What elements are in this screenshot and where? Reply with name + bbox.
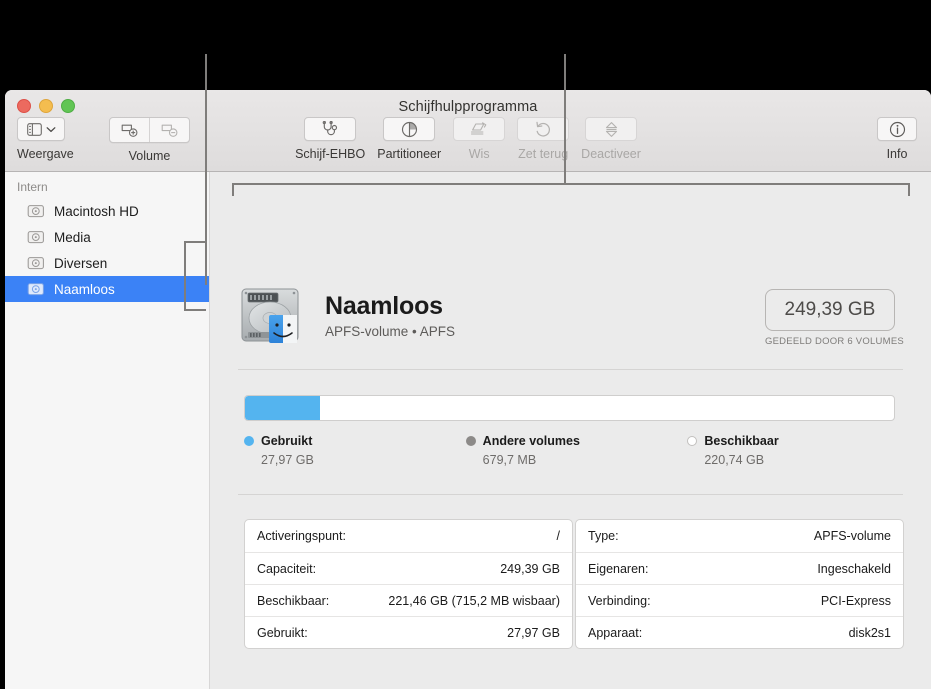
- table-row: Gebruikt: 27,97 GB: [245, 616, 572, 648]
- legend-item-beschikbaar: Beschikbaar 220,74 GB: [687, 434, 909, 467]
- row-key: Beschikbaar:: [257, 593, 330, 608]
- toolbar-action-label: Deactiveer: [581, 147, 641, 161]
- callout-bracket-top: [232, 183, 910, 185]
- row-key: Gebruikt:: [257, 625, 308, 640]
- callout-bracket-left: [184, 309, 206, 311]
- row-value: disk2s1: [848, 625, 891, 640]
- internal-disk-icon: [27, 203, 45, 219]
- window-titlebar: Schijfhulpprogramma Weergave Volume Schi…: [5, 90, 931, 172]
- legend-item-andere-volumes: Andere volumes 679,7 MB: [465, 434, 688, 467]
- table-row: Activeringspunt: /: [245, 520, 572, 552]
- table-row: Type: APFS-volume: [576, 520, 903, 552]
- legend-color-dot: [244, 436, 254, 446]
- erase-icon: [470, 121, 488, 137]
- row-key: Activeringspunt:: [257, 529, 346, 543]
- sidebar: Intern Macintosh HD Media Diversen Naaml…: [5, 172, 210, 689]
- toolbar-action-partitioneer[interactable]: Partitioneer: [371, 117, 447, 161]
- row-value: 221,46 GB (715,2 MB wisbaar): [388, 593, 560, 608]
- legend-value: 679,7 MB: [482, 453, 537, 467]
- callout-bracket-left: [184, 241, 206, 243]
- toolbar-info-label: Info: [886, 147, 908, 161]
- row-value: 27,97 GB: [507, 625, 560, 640]
- toolbar-action-label: Wis: [468, 147, 490, 161]
- legend-label: Beschikbaar: [704, 434, 779, 448]
- row-value: PCI-Express: [820, 593, 891, 608]
- capacity-caption: GEDEELD DOOR 6 VOLUMES: [764, 336, 904, 347]
- table-row: Eigenaren: Ingeschakeld: [576, 552, 903, 584]
- divider-top: [238, 369, 903, 370]
- row-key: Eigenaren:: [588, 561, 649, 576]
- row-value: Ingeschakeld: [817, 561, 891, 576]
- toolbar-action-label: Partitioneer: [377, 147, 442, 161]
- sidebar-item-label: Media: [54, 229, 91, 245]
- sidebar-item-media[interactable]: Media: [5, 224, 209, 250]
- sidebar-item-naamloos[interactable]: Naamloos: [5, 276, 209, 302]
- toolbar-group-info: Info: [877, 117, 917, 161]
- hard-disk-with-finder-badge-icon: [239, 285, 311, 347]
- restore-undo-icon: [535, 121, 552, 138]
- callout-line-right: [564, 54, 566, 183]
- volume-header: Naamloos APFS-volume • APFS: [239, 285, 455, 347]
- capacity-value: 249,39 GB: [764, 289, 895, 331]
- sidebar-section-header: Intern: [17, 180, 48, 194]
- volume-info-tables: Activeringspunt: / Capaciteit: 249,39 GB…: [244, 519, 904, 649]
- row-key: Type:: [588, 529, 619, 543]
- usage-bar: [244, 395, 895, 421]
- divider-bottom: [238, 494, 903, 495]
- callout-bracket-top: [908, 183, 910, 196]
- volume-name: Naamloos: [325, 291, 443, 320]
- legend-item-gebruikt: Gebruikt 27,97 GB: [244, 434, 466, 467]
- toolbar-action-schijf-ehbo[interactable]: Schijf-EHBO: [289, 117, 371, 161]
- partition-pie-icon: [401, 121, 418, 138]
- legend-color-dot: [687, 436, 698, 446]
- row-key: Verbinding:: [588, 593, 651, 608]
- internal-disk-icon: [27, 229, 45, 245]
- info-table-right: Type: APFS-volume Eigenaren: Ingeschakel…: [575, 519, 904, 649]
- sidebar-item-label: Naamloos: [54, 281, 115, 297]
- legend-color-dot: [465, 436, 476, 446]
- stethoscope-icon: [321, 121, 339, 137]
- sidebar-item-diversen[interactable]: Diversen: [5, 250, 209, 276]
- legend-value: 27,97 GB: [261, 453, 314, 467]
- table-row: Beschikbaar: 221,46 GB (715,2 MB wisbaar…: [245, 584, 572, 616]
- toolbar-action-label: Schijf-EHBO: [295, 147, 366, 161]
- volume-detail-pane: Naamloos APFS-volume • APFS 249,39 GB GE…: [211, 172, 931, 689]
- volume-subtitle: APFS-volume • APFS: [325, 324, 456, 340]
- usage-legend: Gebruikt 27,97 GB Andere volumes 679,7 M…: [244, 434, 909, 467]
- toolbar-action-wis[interactable]: Wis: [447, 117, 511, 161]
- toolbar-action-deactiveer[interactable]: Deactiveer: [575, 117, 647, 161]
- sidebar-item-label: Diversen: [54, 255, 108, 271]
- callout-bracket-top: [232, 183, 234, 196]
- info-table-left: Activeringspunt: / Capaciteit: 249,39 GB…: [244, 519, 573, 649]
- row-value: 249,39 GB: [500, 561, 560, 576]
- sidebar-item-macintosh-hd[interactable]: Macintosh HD: [5, 198, 209, 224]
- legend-label: Andere volumes: [482, 434, 580, 448]
- toolbar-group-actions: Schijf-EHBO Partitioneer Wis Zet terug D…: [5, 117, 931, 161]
- disk-utility-window: Schijfhulpprogramma Weergave Volume Schi…: [5, 90, 931, 689]
- eject-unmount-icon: [604, 121, 619, 138]
- callout-line-left: [205, 54, 207, 285]
- legend-label: Gebruikt: [261, 434, 313, 448]
- row-key: Capaciteit:: [257, 561, 317, 576]
- callout-bracket-left: [184, 241, 186, 311]
- internal-disk-icon: [27, 281, 45, 297]
- row-key: Apparaat:: [588, 625, 643, 640]
- table-row: Apparaat: disk2s1: [576, 616, 903, 648]
- table-row: Verbinding: PCI-Express: [576, 584, 903, 616]
- row-value: APFS-volume: [813, 529, 891, 543]
- info-circle-icon: [889, 121, 906, 138]
- sidebar-item-label: Macintosh HD: [54, 203, 139, 219]
- legend-value: 220,74 GB: [704, 453, 765, 467]
- table-row: Capaciteit: 249,39 GB: [245, 552, 572, 584]
- row-value: /: [556, 529, 560, 543]
- toolbar-action-label: Zet terug: [518, 147, 569, 161]
- usage-bar-used-segment: [245, 396, 320, 420]
- screenshot-root: Schijfhulpprogramma Weergave Volume Schi…: [0, 0, 931, 689]
- internal-disk-icon: [27, 255, 45, 271]
- window-title: Schijfhulpprogramma: [398, 99, 538, 115]
- info-button[interactable]: [877, 117, 917, 141]
- capacity-badge: 249,39 GB GEDEELD DOOR 6 VOLUMES: [764, 289, 904, 347]
